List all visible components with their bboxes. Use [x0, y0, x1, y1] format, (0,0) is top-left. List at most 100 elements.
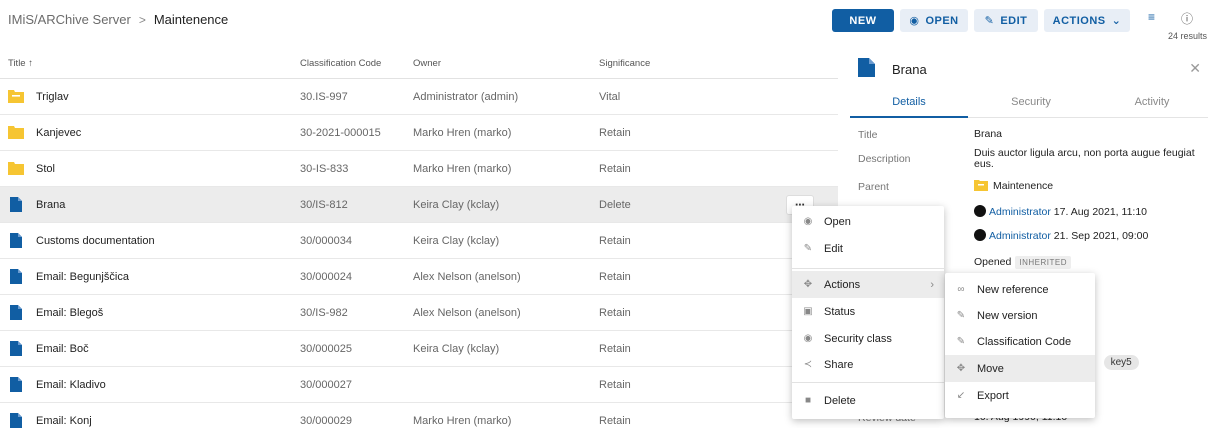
- share-icon: ≺: [803, 359, 813, 370]
- cell-owner: Keira Clay (kclay): [413, 343, 500, 355]
- menu-divider: [792, 382, 944, 383]
- cell-significance: Retain: [599, 163, 631, 175]
- cell-significance: Vital: [599, 91, 621, 103]
- table-row[interactable]: Brana 30/IS-812 Keira Clay (kclay) Delete ⋯: [0, 187, 838, 223]
- sort-up-icon: ↑: [28, 57, 33, 69]
- menu-new-version-label: New version: [977, 309, 1038, 322]
- cell-code: 30.IS-997: [300, 91, 348, 103]
- modified-date: 21. Sep 2021, 09:00: [1053, 230, 1149, 242]
- table-row[interactable]: Email: Konj 30/000029 Marko Hren (marko) Re…: [0, 403, 838, 428]
- menu-classification-code[interactable]: ✎ Classification Code: [945, 328, 1095, 355]
- cell-title: Kanjevec: [36, 127, 82, 139]
- table-row[interactable]: Kanjevec 30-2021-000015 Marko Hren (marko)…: [0, 115, 838, 151]
- breadcrumb-separator: >: [138, 12, 146, 27]
- table-row[interactable]: Triglav 30.IS-997 Administrator (admin) Vit…: [0, 79, 838, 115]
- document-icon: [10, 341, 22, 356]
- header-significance[interactable]: Significance: [599, 58, 650, 69]
- actions-submenu: ∞ New reference ✎ New version ✎ Classificat…: [945, 273, 1095, 418]
- lock-icon: ▣: [803, 306, 813, 317]
- folder-icon: [974, 180, 988, 191]
- menu-actions-label: Actions: [824, 278, 861, 291]
- folder-icon: [8, 162, 24, 175]
- header-owner[interactable]: Owner: [413, 58, 441, 69]
- table-row[interactable]: Email: Blegoš 30/IS-982 Alex Nelson (anels…: [0, 295, 838, 331]
- table-row[interactable]: Email: Begunjščica 30/000024 Alex Nelson (…: [0, 259, 838, 295]
- cell-title: Email: Blegoš: [36, 307, 104, 319]
- menu-security-class[interactable]: ◉ Security class: [792, 325, 944, 352]
- new-button[interactable]: NEW: [832, 9, 894, 32]
- cell-significance: Retain: [599, 379, 631, 391]
- menu-delete[interactable]: ■ Delete: [792, 387, 944, 414]
- table-header: Title ↑ Classification Code Owner Signif…: [0, 48, 838, 79]
- documents-table: Title ↑ Classification Code Owner Signif…: [0, 48, 838, 428]
- edit-box-icon: ✎: [956, 336, 966, 347]
- avatar: [974, 205, 986, 217]
- prop-title-value: Brana: [974, 128, 1003, 140]
- cell-code: 30/000024: [300, 271, 352, 283]
- menu-share[interactable]: ≺ Share: [792, 351, 944, 378]
- menu-move[interactable]: ✥ Move: [945, 355, 1095, 382]
- menu-share-label: Share: [824, 358, 854, 371]
- chevron-down-icon: ⌄: [1111, 15, 1122, 27]
- table-row[interactable]: Email: Kladivo 30/000027 Retain: [0, 367, 838, 403]
- pencil-icon: ✎: [984, 15, 995, 27]
- menu-actions[interactable]: ✥ Actions ›: [792, 271, 944, 298]
- cell-owner: Marko Hren (marko): [413, 127, 512, 139]
- cell-owner: Marko Hren (marko): [413, 163, 512, 175]
- status-value: Opened: [974, 256, 1012, 268]
- menu-new-reference-label: New reference: [977, 283, 1049, 296]
- menu-export[interactable]: ↙ Export: [945, 382, 1095, 409]
- header-title-label: Title: [8, 57, 26, 69]
- menu-open[interactable]: ◉ Open: [792, 208, 944, 235]
- menu-status[interactable]: ▣ Status: [792, 298, 944, 325]
- trash-icon: ■: [804, 395, 812, 406]
- document-icon: [10, 305, 22, 320]
- panel-tabs: Details Security Activity: [850, 88, 1208, 118]
- header-code[interactable]: Classification Code: [300, 58, 381, 69]
- status-badge: INHERITED: [1015, 256, 1071, 269]
- menu-divider: [792, 268, 944, 269]
- tab-activity[interactable]: Activity: [1097, 96, 1207, 108]
- cell-significance: Retain: [599, 343, 631, 355]
- folder-icon: [8, 90, 24, 103]
- edit-button-label: EDIT: [1000, 14, 1028, 27]
- menu-edit[interactable]: ✎ Edit: [792, 235, 944, 262]
- eye-icon: ◉: [909, 15, 920, 27]
- menu-new-version[interactable]: ✎ New version: [945, 302, 1095, 329]
- open-button-label: OPEN: [925, 14, 959, 27]
- table-row[interactable]: Stol 30-IS-833 Marko Hren (marko) Retain: [0, 151, 838, 187]
- cell-code: 30/000034: [300, 235, 352, 247]
- cell-code: 30-2021-000015: [300, 127, 381, 139]
- close-icon[interactable]: ✕: [1189, 60, 1201, 77]
- tab-details[interactable]: Details: [854, 96, 964, 108]
- modified-user-link[interactable]: Administrator: [989, 230, 1051, 242]
- cell-code: 30/IS-982: [300, 307, 348, 319]
- table-row[interactable]: Email: Boč 30/000025 Keira Clay (kclay) Ret…: [0, 331, 838, 367]
- cell-title: Brana: [36, 199, 66, 211]
- menu-security-label: Security class: [824, 332, 892, 345]
- cell-owner: Keira Clay (kclay): [413, 199, 500, 211]
- export-arrow-icon: ↙: [956, 390, 966, 401]
- table-row[interactable]: Customs documentation 30/000034 Keira Clay…: [0, 223, 838, 259]
- context-menu: ◉ Open ✎ Edit ✥ Actions › ▣ Status ◉ Security …: [792, 206, 944, 419]
- edit-button[interactable]: ✎ EDIT: [974, 9, 1038, 32]
- created-user-link[interactable]: Administrator: [989, 206, 1051, 218]
- open-button[interactable]: ◉ OPEN: [900, 9, 968, 32]
- menu-delete-label: Delete: [824, 394, 856, 407]
- tab-security[interactable]: Security: [976, 96, 1086, 108]
- cell-code: 30/000027: [300, 379, 352, 391]
- move-icon: ✥: [956, 363, 966, 374]
- document-icon: [10, 233, 22, 248]
- shield-icon: ◉: [803, 333, 813, 344]
- chevron-right-icon: ›: [930, 278, 934, 291]
- cell-code: 30/000029: [300, 415, 352, 427]
- actions-button[interactable]: ACTIONS ⌄: [1044, 9, 1130, 32]
- header-title[interactable]: Title ↑: [8, 58, 33, 69]
- breadcrumb-root[interactable]: IMiS/ARChive Server: [8, 12, 131, 27]
- menu-new-reference[interactable]: ∞ New reference: [945, 276, 1095, 303]
- prop-parent-value[interactable]: Maintenence: [974, 179, 1204, 192]
- info-icon[interactable]: ⓘ: [1181, 10, 1193, 27]
- results-count: 24 results: [1167, 31, 1207, 41]
- list-view-icon[interactable]: ≡: [1148, 10, 1155, 24]
- cell-significance: Retain: [599, 127, 631, 139]
